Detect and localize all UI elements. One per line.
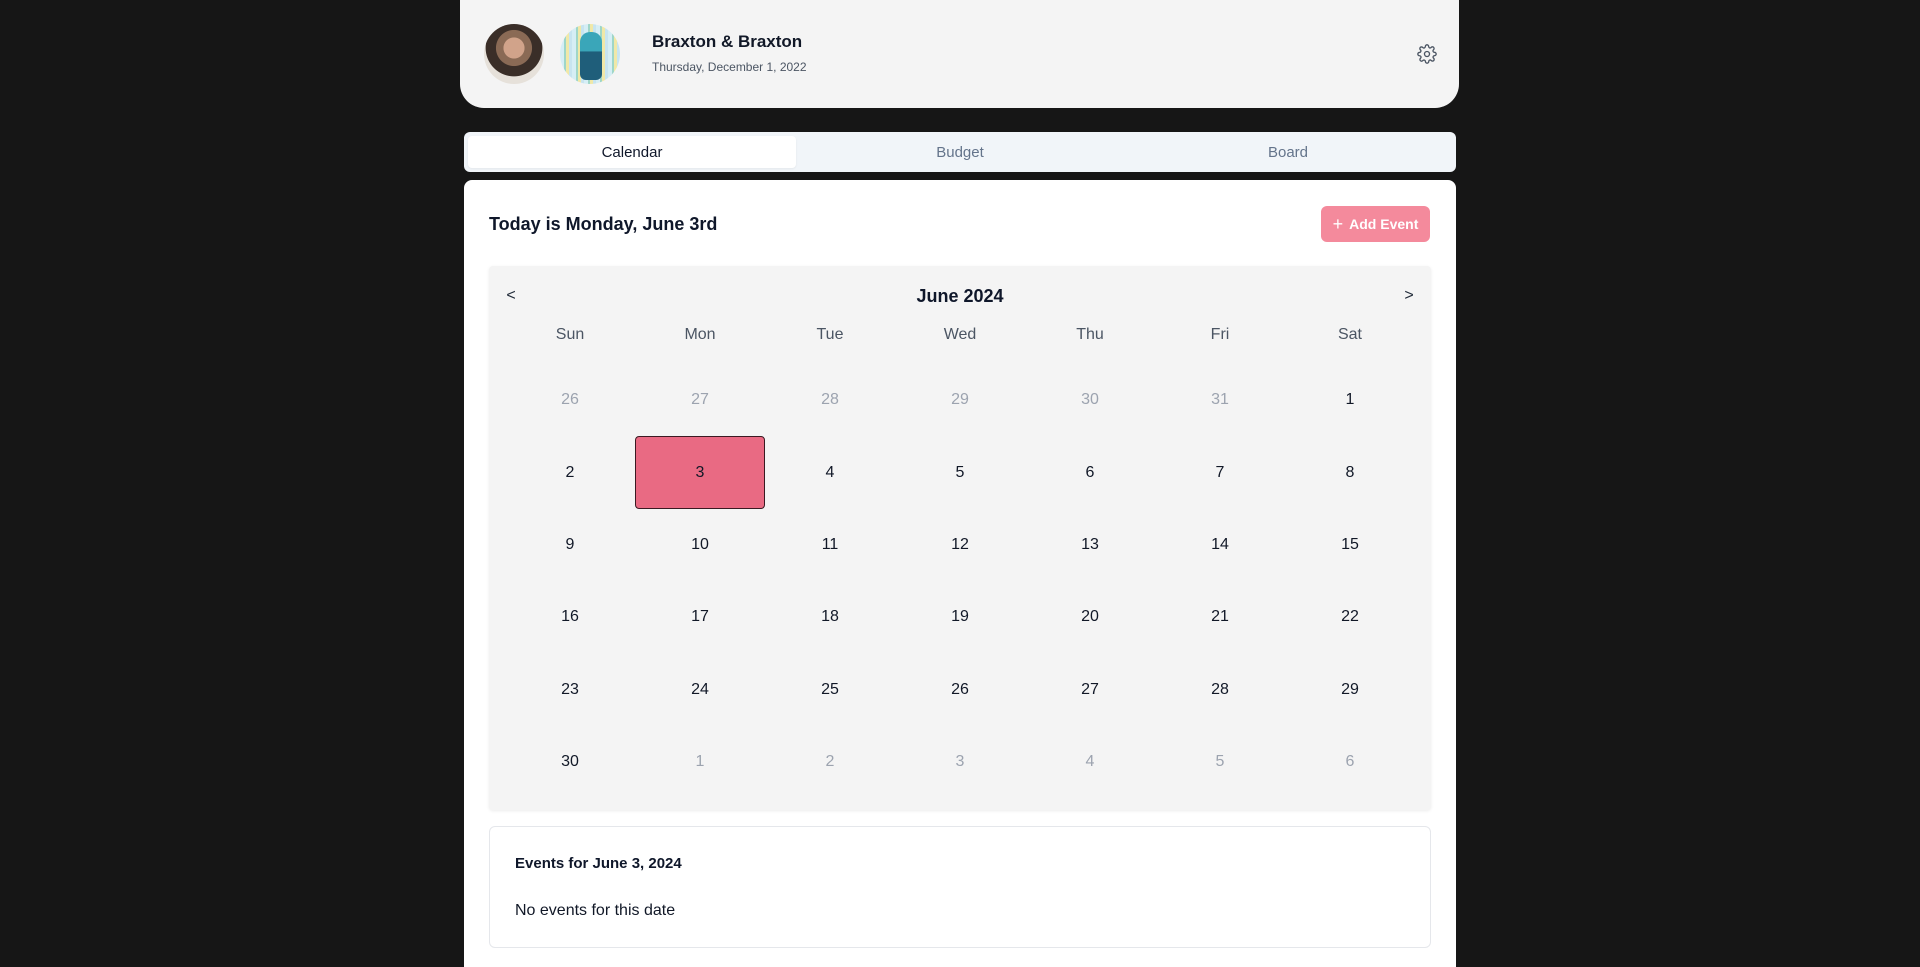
tab-bar: Calendar Budget Board bbox=[464, 132, 1456, 172]
calendar-day[interactable]: 28 bbox=[765, 364, 895, 436]
calendar-day[interactable]: 20 bbox=[1025, 581, 1155, 653]
calendar-day[interactable]: 1 bbox=[1285, 364, 1415, 436]
calendar-day[interactable]: 6 bbox=[1025, 436, 1155, 508]
weekday-label: Thu bbox=[1076, 326, 1104, 343]
weekday-label: Sun bbox=[555, 326, 585, 343]
add-event-button[interactable]: + Add Event bbox=[1321, 206, 1430, 242]
calendar-day[interactable]: 22 bbox=[1285, 581, 1415, 653]
calendar-day[interactable]: 21 bbox=[1155, 581, 1285, 653]
tab-calendar[interactable]: Calendar bbox=[468, 136, 796, 168]
weekday-label: Mon bbox=[684, 326, 716, 343]
couple-name: Braxton & Braxton bbox=[652, 32, 803, 51]
calendar-day[interactable]: 7 bbox=[1155, 436, 1285, 508]
calendar-day[interactable]: 26 bbox=[895, 654, 1025, 726]
header-card: Braxton & Braxton Thursday, December 1, … bbox=[460, 0, 1459, 108]
header-date: Thursday, December 1, 2022 bbox=[652, 60, 807, 74]
gear-icon[interactable] bbox=[1417, 44, 1437, 64]
events-card: Events for June 3, 2024 No events for th… bbox=[489, 826, 1431, 948]
calendar-day[interactable]: 27 bbox=[635, 364, 765, 436]
calendar-day[interactable]: 3 bbox=[895, 726, 1025, 798]
events-empty-message: No events for this date bbox=[515, 902, 676, 919]
calendar-day[interactable]: 9 bbox=[505, 509, 635, 581]
calendar-day[interactable]: 5 bbox=[895, 436, 1025, 508]
next-month-button[interactable]: > bbox=[1397, 284, 1421, 308]
calendar-day[interactable]: 1 bbox=[635, 726, 765, 798]
calendar-day[interactable]: 6 bbox=[1285, 726, 1415, 798]
calendar-day[interactable]: 4 bbox=[1025, 726, 1155, 798]
calendar-day[interactable]: 29 bbox=[1285, 654, 1415, 726]
avatar-user-2 bbox=[560, 24, 620, 84]
calendar-day[interactable]: 13 bbox=[1025, 509, 1155, 581]
today-heading: Today is Monday, June 3rd bbox=[489, 214, 718, 234]
calendar-day[interactable]: 17 bbox=[635, 581, 765, 653]
calendar-day[interactable]: 27 bbox=[1025, 654, 1155, 726]
calendar-day[interactable]: 23 bbox=[505, 654, 635, 726]
month-label: June 2024 bbox=[916, 286, 1004, 306]
calendar-day[interactable]: 25 bbox=[765, 654, 895, 726]
calendar-day[interactable]: 8 bbox=[1285, 436, 1415, 508]
calendar-day-selected[interactable]: 3 bbox=[635, 436, 765, 509]
calendar-day[interactable]: 14 bbox=[1155, 509, 1285, 581]
avatar-user-1 bbox=[484, 24, 544, 84]
calendar-day[interactable]: 15 bbox=[1285, 509, 1415, 581]
calendar-day[interactable]: 5 bbox=[1155, 726, 1285, 798]
weekday-label: Wed bbox=[943, 326, 977, 343]
tab-board[interactable]: Board bbox=[1124, 136, 1452, 168]
day-grid: 26 27 28 29 30 31 1 2 3 4 5 6 7 8 9 10 11 12 13 14 15 16 17 18 1… bbox=[505, 364, 1415, 798]
calendar-day[interactable]: 11 bbox=[765, 509, 895, 581]
calendar-day[interactable]: 26 bbox=[505, 364, 635, 436]
weekday-label: Fri bbox=[1210, 326, 1230, 343]
plus-icon: + bbox=[1332, 214, 1344, 234]
calendar-panel: Today is Monday, June 3rd + Add Event < … bbox=[464, 180, 1456, 967]
month-calendar: < June 2024 > Sun Mon Tue Wed Thu Fri Sa… bbox=[489, 266, 1431, 810]
calendar-day[interactable]: 2 bbox=[765, 726, 895, 798]
events-title: Events for June 3, 2024 bbox=[515, 855, 682, 872]
calendar-day[interactable]: 30 bbox=[1025, 364, 1155, 436]
weekday-label: Sat bbox=[1337, 326, 1362, 343]
calendar-day[interactable]: 19 bbox=[895, 581, 1025, 653]
add-event-label: Add Event bbox=[1349, 216, 1419, 232]
weekday-label: Tue bbox=[816, 326, 844, 343]
calendar-day[interactable]: 30 bbox=[505, 726, 635, 798]
calendar-day[interactable]: 29 bbox=[895, 364, 1025, 436]
calendar-day[interactable]: 18 bbox=[765, 581, 895, 653]
calendar-day[interactable]: 24 bbox=[635, 654, 765, 726]
calendar-day[interactable]: 2 bbox=[505, 436, 635, 508]
weekday-header: Sun Mon Tue Wed Thu Fri Sat bbox=[505, 326, 1415, 344]
calendar-day[interactable]: 16 bbox=[505, 581, 635, 653]
calendar-day[interactable]: 10 bbox=[635, 509, 765, 581]
tab-budget[interactable]: Budget bbox=[796, 136, 1124, 168]
calendar-day[interactable]: 4 bbox=[765, 436, 895, 508]
calendar-day[interactable]: 12 bbox=[895, 509, 1025, 581]
calendar-day[interactable]: 31 bbox=[1155, 364, 1285, 436]
calendar-day[interactable]: 28 bbox=[1155, 654, 1285, 726]
